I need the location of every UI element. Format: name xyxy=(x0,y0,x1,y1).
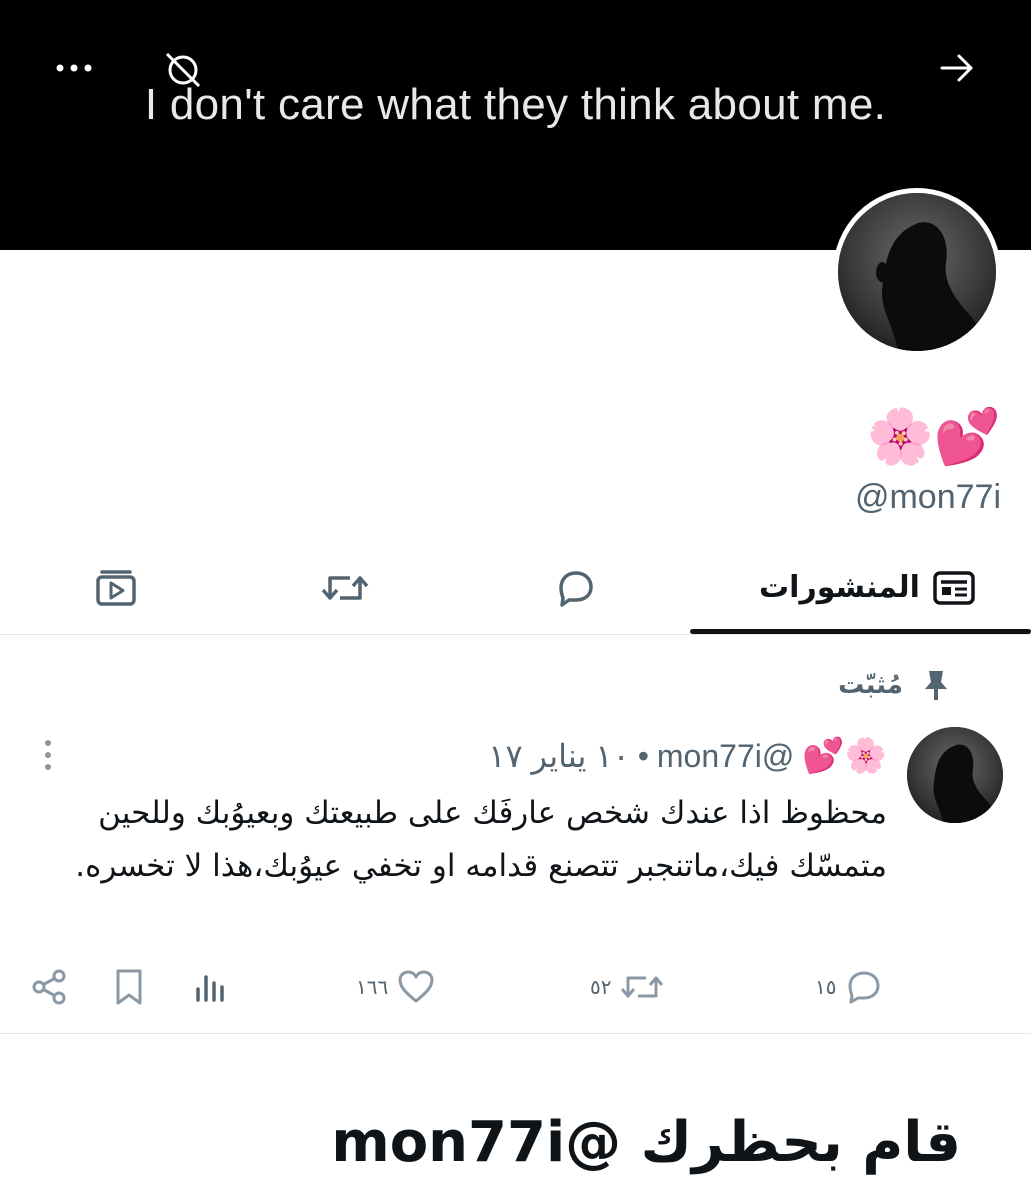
profile-tabs: المنشورات xyxy=(0,540,1031,635)
media-icon xyxy=(96,569,136,606)
reply-icon xyxy=(559,570,593,607)
views-icon xyxy=(196,975,224,1002)
like-count: ١٦٦ xyxy=(356,975,389,999)
share-button[interactable] xyxy=(30,962,68,1012)
repost-icon xyxy=(321,575,369,600)
pinned-label: مُثبّت xyxy=(838,670,903,700)
post-date[interactable]: ١٠ يناير ١٧ xyxy=(488,737,629,775)
reply-icon xyxy=(848,971,880,1004)
post-divider xyxy=(0,1033,1031,1034)
pin-icon xyxy=(925,671,947,700)
repost-count: ٥٢ xyxy=(590,975,612,999)
post-text: محظوظ اذا عندك شخص عارفَك على طبيعتك وبع… xyxy=(75,795,887,884)
active-tab-indicator xyxy=(690,629,1031,634)
posts-icon xyxy=(933,570,975,605)
reply-count: ١٥ xyxy=(815,975,837,999)
repost-icon xyxy=(621,976,664,998)
profile-avatar[interactable] xyxy=(833,188,1001,356)
arrow-right-icon xyxy=(940,54,973,82)
post-author-name[interactable]: 🌸💕 xyxy=(802,736,887,776)
blocked-caption: قام بحظرك @mon77i xyxy=(331,1110,961,1175)
repost-button[interactable]: ٥٢ xyxy=(590,962,665,1012)
tab-reposts[interactable] xyxy=(295,540,395,635)
post-author-handle[interactable]: @mon77i xyxy=(657,738,794,775)
post-header: 🌸💕 @mon77i • ١٠ يناير ١٧ xyxy=(488,732,887,780)
heart-icon xyxy=(398,970,434,1003)
more-horizontal-icon xyxy=(56,64,92,72)
more-vertical-icon xyxy=(45,740,51,770)
profile-handle: @mon77i xyxy=(854,478,1001,516)
tab-media[interactable] xyxy=(66,540,166,635)
post-avatar[interactable] xyxy=(907,727,1003,823)
pinned-indicator: مُثبّت xyxy=(838,668,951,702)
post-avatar-image xyxy=(907,727,1003,823)
tab-posts-label: المنشورات xyxy=(759,570,920,605)
banner-text: I don't care what they think about me. xyxy=(144,80,887,129)
tab-posts[interactable]: المنشورات xyxy=(690,540,1031,635)
like-button[interactable]: ١٦٦ xyxy=(356,962,436,1012)
post-more-button[interactable] xyxy=(30,733,66,777)
profile-display-name: 🌸💕 xyxy=(866,405,1001,468)
bookmark-icon xyxy=(116,969,142,1005)
tab-replies[interactable] xyxy=(525,540,625,635)
post-separator: • xyxy=(637,737,649,774)
reply-button[interactable]: ١٥ xyxy=(815,962,884,1012)
share-icon xyxy=(32,969,66,1005)
bookmark-button[interactable] xyxy=(112,962,146,1012)
avatar-image xyxy=(838,193,996,351)
views-button[interactable] xyxy=(192,962,232,1012)
